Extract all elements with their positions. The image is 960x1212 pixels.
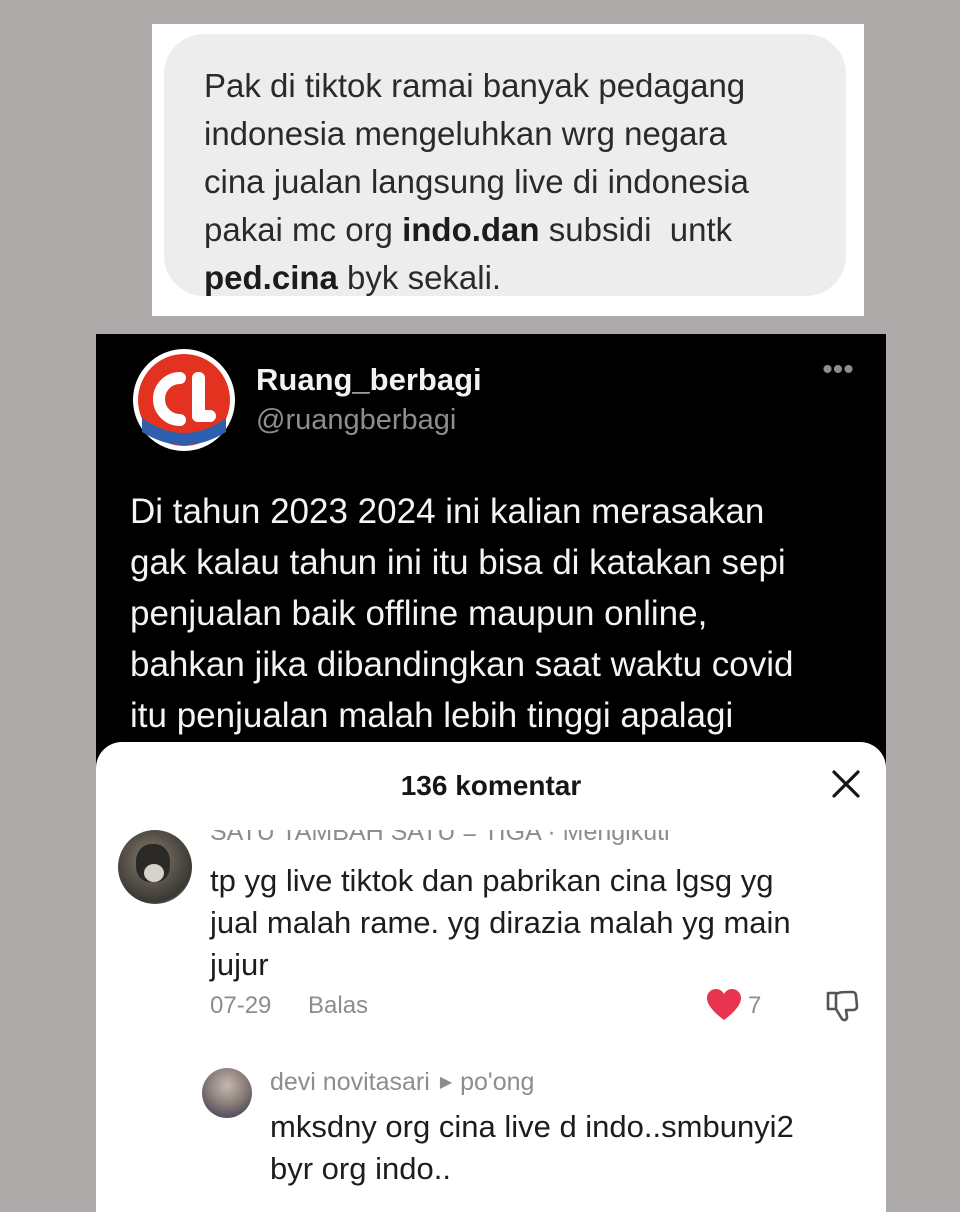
tweet-line: Di tahun 2023 2024 ini kalian merasakan: [130, 492, 765, 531]
commenter-name[interactable]: SATU TAMBAH SATU = TIGA · Mengikuti: [210, 830, 670, 850]
chat-screenshot: Pak di tiktok ramai banyak pedagang indo…: [152, 24, 864, 316]
tweet-line: bahkan jika dibandingkan saat waktu covi…: [130, 645, 794, 684]
chat-text-segment: byk sekali.: [337, 259, 502, 296]
reply-line: byr org indo..: [270, 1151, 451, 1186]
comment-line: jual malah rame. yg dirazia malah yg mai…: [210, 905, 791, 940]
comment-date: 07-29: [210, 992, 272, 1019]
chat-bubble: Pak di tiktok ramai banyak pedagang indo…: [164, 34, 846, 296]
account-avatar-logo[interactable]: [132, 348, 236, 452]
comments-count-title: 136 komentar: [400, 770, 582, 801]
tweet-body: Di tahun 2023 2024 ini kalian merasakan …: [130, 486, 870, 741]
reply-arrow-icon: ▶: [439, 1074, 453, 1091]
tweet-line: gak kalau tahun ini itu bisa di katakan …: [130, 543, 786, 582]
chat-text-segment: subsidi untk: [539, 211, 733, 248]
chat-line: Pak di tiktok ramai banyak pedagang: [204, 67, 746, 104]
chat-line: indonesia mengeluhkan wrg negara: [204, 115, 727, 152]
reply-user-line[interactable]: devi novitasari ▶ po'ong: [270, 1068, 534, 1097]
reply-line: mksdny org cina live d indo..smbunyi2: [270, 1109, 794, 1144]
avatar-photo-shape: [144, 864, 164, 882]
dislike-icon[interactable]: [824, 988, 860, 1024]
reply-user-avatar[interactable]: [202, 1068, 252, 1118]
reply-button[interactable]: Balas: [308, 992, 368, 1020]
chat-bold-segment: ped.cina: [204, 259, 338, 296]
chat-bold-segment: indo.dan: [402, 211, 540, 248]
comment-line: tp yg live tiktok dan pabrikan cina lgsg…: [210, 863, 774, 898]
commenter-avatar[interactable]: [118, 830, 192, 904]
tweet-line: itu penjualan malah lebih tinggi apalagi: [130, 696, 734, 735]
chat-message: Pak di tiktok ramai banyak pedagang indo…: [204, 62, 844, 302]
tweet-author-name[interactable]: Ruang_berbagi: [256, 362, 482, 398]
chat-line: pakai mc org indo.dan subsidi untk: [204, 206, 844, 254]
more-dots-icon[interactable]: •••: [816, 355, 860, 390]
reply-user-name: devi novitasari: [270, 1068, 430, 1096]
close-icon[interactable]: [828, 766, 864, 802]
heart-icon[interactable]: [706, 988, 742, 1022]
commenter-name-text: SATU TAMBAH SATU = TIGA · Mengikuti: [210, 830, 670, 846]
comment-line: jujur: [210, 947, 269, 982]
chat-line: cina jualan langsung live di indonesia: [204, 163, 749, 200]
reply-text: mksdny org cina live d indo..smbunyi2 by…: [270, 1106, 870, 1190]
reply-to-name: po'ong: [460, 1068, 535, 1096]
tweet-author-handle[interactable]: @ruangberbagi: [256, 404, 456, 437]
like-count: 7: [748, 992, 762, 1019]
comments-sheet: 136 komentar SATU TAMBAH SATU = TIGA · M…: [96, 742, 886, 1212]
chat-text-segment: pakai mc org: [204, 211, 403, 248]
comment-text: tp yg live tiktok dan pabrikan cina lgsg…: [210, 860, 860, 986]
chat-line: ped.cina byk sekali.: [204, 254, 844, 302]
tweet-line: penjualan baik offline maupun online,: [130, 594, 708, 633]
